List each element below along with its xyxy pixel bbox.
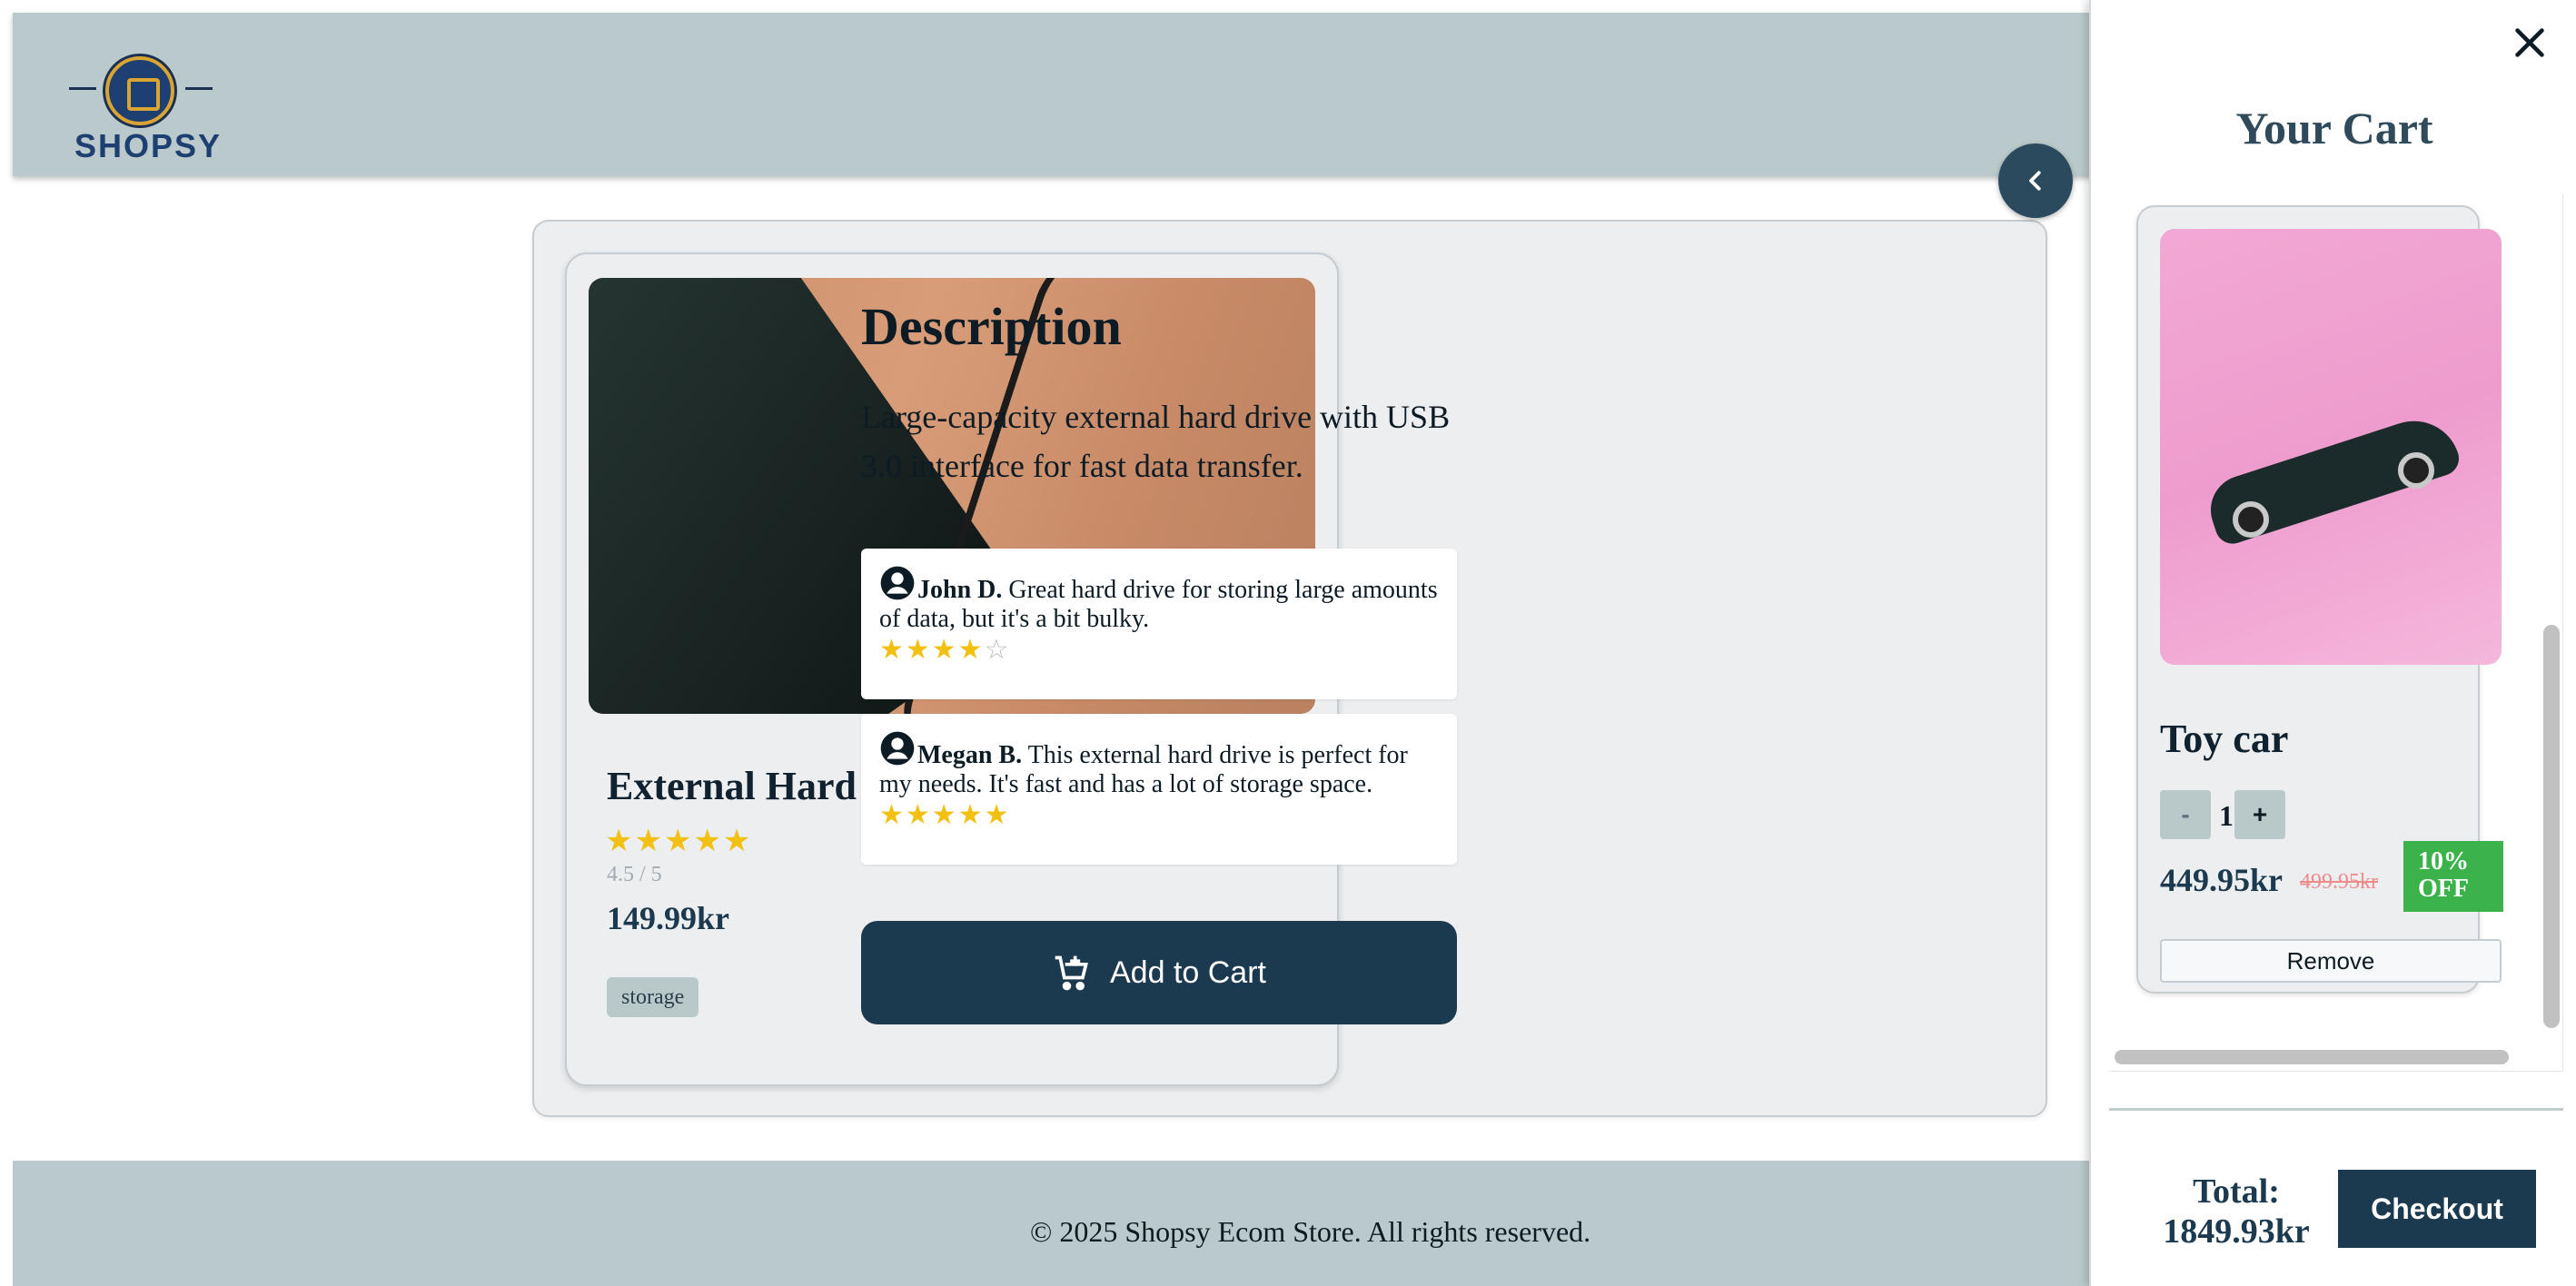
cart-item-price: 449.95kr [2160,862,2283,898]
add-to-cart-label: Add to Cart [1110,955,1266,990]
logo-dash-left [69,87,96,90]
description-text: Large-capacity external hard drive with … [861,399,1451,484]
product-price: 149.99kr [607,900,729,936]
review-rating-stars: ★★★★★ [879,801,1439,830]
shopsy-logo[interactable]: SHOPSY [69,45,220,164]
review-card: John D. Great hard drive for storing lar… [861,549,1457,699]
product-rating-text: 4.5 / 5 [607,863,662,886]
discount-badge: 10% OFF [2403,841,2503,912]
cart-item: Toy car - 1 + 449.95kr 499.95kr 10% OFF … [2136,205,2503,994]
quantity-decrease-button[interactable]: - [2160,790,2211,839]
horizontal-scrollbar[interactable] [2115,1050,2509,1064]
review-stars-filled: ★★★★ [879,634,985,666]
total-label: Total: [2193,1172,2280,1211]
review-stars-empty: ☆ [984,634,1011,666]
quantity-value: 1 [2219,799,2234,832]
add-to-cart-button[interactable]: Add to Cart [861,921,1457,1024]
site-header: SHOPSY [13,13,2129,176]
add-cart-icon [1055,955,1088,991]
quantity-increase-button[interactable]: + [2234,790,2285,839]
user-avatar-icon [880,566,915,600]
cart-divider [2109,1108,2563,1111]
description-title: Description [861,297,1122,356]
cart-item-image [2160,229,2502,665]
total-value: 1849.93kr [2163,1212,2310,1251]
reviewer-name: Megan B. [917,741,1023,769]
site-footer: © 2025 Shopsy Ecom Store. All rights res… [13,1161,2129,1286]
review-card: Megan B. This external hard drive is per… [861,714,1457,865]
user-avatar-icon [880,731,915,766]
vertical-scrollbar[interactable] [2543,625,2560,1028]
review-stars-filled: ★★★★★ [879,799,1011,831]
shopping-bag-icon [105,56,174,125]
car-wheel-shape [2233,501,2269,538]
cart-item-name: Toy car [2160,717,2289,761]
product-rating-stars: ★★★★★ [605,823,753,859]
product-tag[interactable]: storage [607,977,699,1017]
chevron-left-icon [2029,171,2041,191]
review-rating-stars: ★★★★☆ [879,636,1439,665]
logo-text: SHOPSY [74,127,223,164]
cart-total: Total: 1849.93kr [2145,1172,2327,1251]
close-icon[interactable] [2509,22,2551,64]
cart-drawer: Your Cart Toy car - 1 + 449.95kr 499.95k… [2089,0,2576,1286]
checkout-button[interactable]: Checkout [2338,1170,2536,1248]
logo-dash-right [185,87,213,90]
remove-item-button[interactable]: Remove [2160,939,2502,983]
footer-copyright: © 2025 Shopsy Ecom Store. All rights res… [1030,1215,1591,1248]
reviewer-name: John D. [917,576,1003,604]
car-wheel-shape [2398,452,2434,489]
cart-title: Your Cart [2235,103,2433,153]
cart-items-list[interactable]: Toy car - 1 + 449.95kr 499.95kr 10% OFF … [2109,194,2563,1072]
collapse-cart-button[interactable] [1998,143,2073,218]
cart-item-old-price: 499.95kr [2300,870,2378,894]
